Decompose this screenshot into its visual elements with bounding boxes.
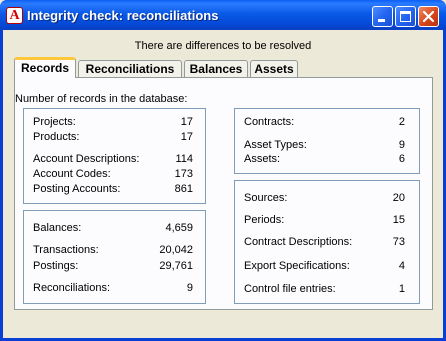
stat-value: 73 [392,236,405,248]
stat-value: 4 [398,260,405,272]
close-icon [422,10,435,23]
stat-value: 17 [180,116,193,128]
transactions-group: Balances: 4,659 Transactions: 20,042 Pos… [23,210,206,304]
stat-value: 17 [180,131,193,143]
tab-balances[interactable]: Balances [184,60,248,78]
contracts-group: Contracts: 2 Asset Types: 9 Assets: 6 [234,108,420,174]
stat-value: 6 [398,153,405,165]
stat-label: Account Descriptions: [33,153,140,165]
stat-value: 114 [175,153,193,165]
stat-value: 1 [398,283,405,295]
minimize-button[interactable] [372,6,393,27]
status-message: There are differences to be resolved [134,40,312,52]
tab-assets[interactable]: Assets [250,60,298,78]
stat-label: Asset Types: [244,139,307,151]
stat-value: 15 [392,214,405,226]
stat-value: 9 [398,139,405,151]
maximize-icon [400,11,411,22]
close-button[interactable] [418,6,439,27]
stat-value: 2 [398,116,405,128]
app-icon[interactable]: A [6,7,23,24]
stat-label: Postings: [33,260,79,272]
stat-label: Transactions: [33,244,99,256]
stat-label: Balances: [33,222,82,234]
master-data-group: Projects: 17 Products: 17 Account Descri… [23,108,206,204]
title-bar[interactable]: A Integrity check: reconciliations [0,0,446,30]
stat-label: Contract Descriptions: [244,236,353,248]
stat-value: 29,761 [159,260,193,272]
stat-label: Export Specifications: [244,260,350,272]
integrity-check-window: A Integrity check: reconciliations There… [0,0,446,341]
stat-value: 173 [174,168,193,180]
stat-label: Reconciliations: [33,282,111,294]
stat-value: 4,659 [165,222,193,234]
tab-reconciliations[interactable]: Reconciliations [78,60,182,78]
stat-label: Projects: [33,116,76,128]
window-title: Integrity check: reconciliations [27,8,219,23]
stat-label: Contracts: [244,116,295,128]
stat-value: 20 [392,192,405,204]
stat-label: Sources: [244,192,288,204]
stat-label: Control file entries: [244,283,336,295]
stat-label: Posting Accounts: [33,183,121,195]
tab-records[interactable]: Records [14,57,76,78]
stat-label: Account Codes: [33,168,111,180]
stat-label: Products: [33,131,80,143]
maximize-button[interactable] [395,6,416,27]
stat-value: 20,042 [159,244,193,256]
stat-label: Assets: [244,153,281,165]
stat-label: Periods: [244,214,285,226]
records-caption: Number of records in the database: [15,93,188,105]
stat-value: 861 [174,183,193,195]
sources-group: Sources: 20 Periods: 15 Contract Descrip… [234,180,420,304]
stat-value: 9 [186,282,193,294]
minimize-icon [378,19,385,22]
